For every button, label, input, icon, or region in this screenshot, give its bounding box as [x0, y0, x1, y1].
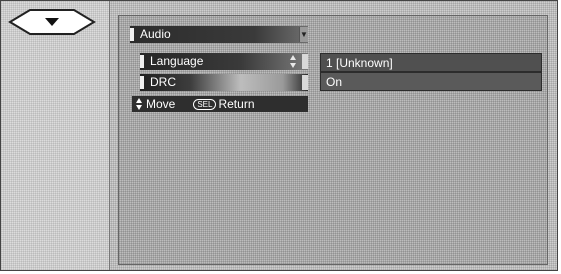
- chevron-down-icon: ▼: [299, 27, 308, 42]
- up-down-arrows-icon: [136, 98, 142, 110]
- drc-value[interactable]: On: [320, 72, 542, 91]
- nav-down-button[interactable]: [8, 8, 96, 36]
- up-down-arrows-icon: [290, 55, 296, 68]
- language-value[interactable]: 1 [Unknown]: [320, 53, 542, 72]
- menu-item-drc[interactable]: DRC: [140, 74, 308, 91]
- return-hint: Return: [218, 97, 255, 111]
- sel-key-icon: SEL: [193, 99, 217, 110]
- menu-title: Audio: [140, 27, 171, 41]
- menu-title-bar: Audio ▼: [130, 26, 308, 43]
- side-panel: [1, 1, 110, 270]
- down-triangle-icon: [8, 9, 96, 35]
- menu-item-language[interactable]: Language: [140, 53, 308, 70]
- move-hint: Move: [146, 97, 176, 111]
- osd-screen: Audio ▼ Language DRC 1 [Unknown] On Move…: [0, 0, 558, 271]
- menu-item-label: DRC: [150, 75, 176, 89]
- hint-bar: Move SEL Return: [132, 96, 308, 112]
- menu-item-label: Language: [150, 54, 204, 68]
